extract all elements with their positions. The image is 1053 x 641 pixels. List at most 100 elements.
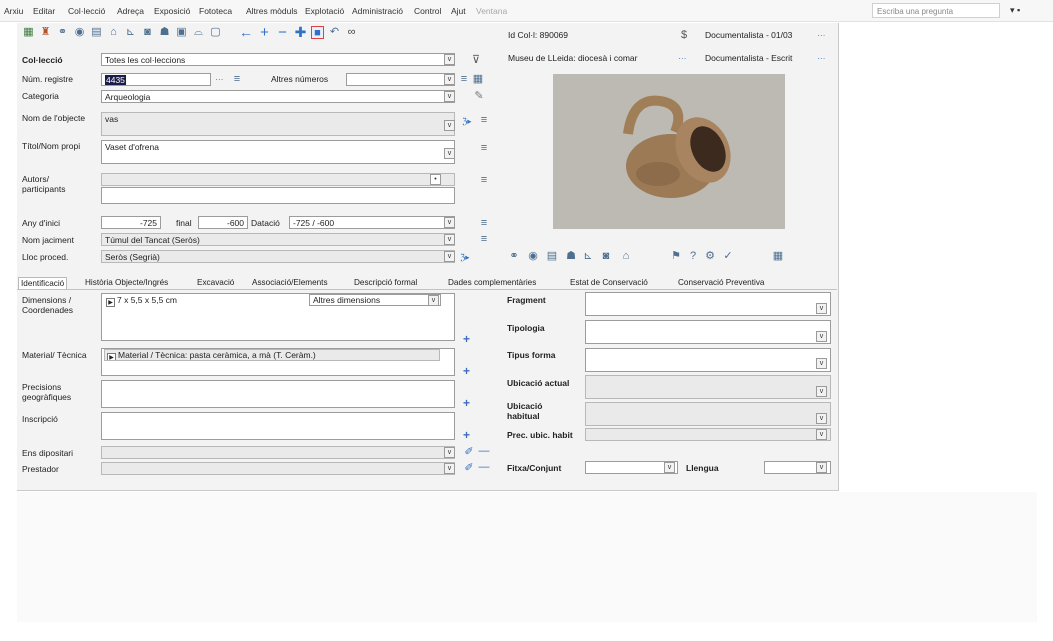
menu-arxiu[interactable]: Arxiu — [4, 6, 23, 16]
edit-icon[interactable]: ✎ — [473, 90, 485, 102]
expand-icon[interactable]: ▶ — [106, 298, 115, 307]
menu-explotacio[interactable]: Explotació — [305, 6, 344, 16]
autors-list[interactable] — [101, 187, 455, 204]
link-icon[interactable]: ⚭ — [56, 26, 69, 39]
menu-ajut[interactable]: Ajut — [451, 6, 466, 16]
list-icon[interactable]: ≡ — [478, 114, 490, 126]
grid-icon[interactable]: ▦ — [772, 250, 784, 262]
chevron-down-icon[interactable]: v — [444, 54, 455, 65]
final-input[interactable]: -600 — [198, 216, 248, 229]
chevron-down-icon[interactable]: v — [444, 217, 455, 228]
list-icon[interactable]: ≡ — [478, 217, 490, 229]
ens-select[interactable] — [101, 446, 455, 459]
chevron-down-icon[interactable]: v — [816, 331, 827, 342]
fragment-select[interactable] — [585, 292, 831, 316]
window-controls-icon[interactable]: ▾ ▪ — [1010, 5, 1020, 16]
list-icon[interactable]: ≡ — [478, 233, 490, 245]
prec-ubic-select[interactable] — [585, 428, 831, 441]
chevron-down-icon[interactable]: v — [444, 251, 455, 262]
group-icon[interactable]: ☗ — [158, 26, 171, 39]
clipboard-icon[interactable]: ▢ — [209, 26, 222, 39]
chart-icon[interactable]: ⊾ — [124, 26, 137, 39]
ubicacio-habitual-select[interactable] — [585, 402, 831, 426]
chevron-down-icon[interactable]: v — [816, 413, 827, 424]
pencil-icon[interactable]: ✐ — [463, 462, 475, 474]
add-icon[interactable]: + — [258, 25, 271, 40]
chart-icon[interactable]: ⊾ — [582, 250, 594, 262]
titol-input[interactable]: Vaset d'ofrena — [101, 140, 455, 164]
chevron-down-icon[interactable]: v — [816, 462, 827, 473]
help-icon[interactable]: ? — [687, 250, 699, 262]
eye-icon[interactable]: ◉ — [73, 26, 86, 39]
chevron-down-icon[interactable]: v — [816, 303, 827, 314]
coleccio-select[interactable]: Totes les col·leccions — [101, 53, 455, 66]
minus-icon[interactable]: — — [478, 445, 490, 457]
chevron-down-icon[interactable]: v — [428, 295, 439, 306]
chevron-down-icon[interactable]: v — [664, 462, 675, 473]
binoculars-icon[interactable]: ∞ — [345, 26, 358, 39]
chevron-down-icon[interactable]: v — [444, 148, 455, 159]
altres-dimensions-select[interactable]: Altres dimensions — [309, 294, 441, 306]
nom-objecte-input[interactable]: vas — [101, 112, 455, 136]
add-inscripcio-icon[interactable]: + — [463, 429, 470, 441]
expand-icon[interactable]: ▶ — [107, 353, 116, 360]
menu-administracio[interactable]: Administració — [352, 6, 403, 16]
chevron-down-icon[interactable]: v — [816, 358, 827, 369]
nom-jaciment-select[interactable]: Túmul del Tancat (Seròs) — [101, 233, 455, 246]
inscripcio-input[interactable] — [101, 412, 455, 440]
document-icon[interactable]: ▤ — [546, 250, 558, 262]
add-material-icon[interactable]: + — [463, 365, 470, 377]
chevron-down-icon[interactable]: v — [444, 234, 455, 245]
dimensions-row[interactable]: ▶ 7 x 5,5 x 5,5 cm — [104, 295, 309, 307]
chevron-down-icon[interactable]: v — [444, 74, 455, 85]
check-icon[interactable]: ✓ — [722, 250, 734, 262]
language-toggle[interactable]: ℨ▸ — [460, 252, 470, 262]
grid-icon[interactable]: ▦ — [22, 26, 35, 39]
person-icon[interactable]: ♜ — [39, 26, 52, 39]
chevron-down-icon[interactable]: v — [444, 120, 455, 131]
pencil-icon[interactable]: ✐ — [463, 446, 475, 458]
house-icon[interactable]: ⌂ — [620, 250, 632, 262]
chevron-down-icon[interactable]: v — [444, 447, 455, 458]
add-dimension-icon[interactable]: + — [463, 333, 470, 345]
menu-ventana[interactable]: Ventana — [476, 6, 507, 16]
chevron-down-icon[interactable]: v — [816, 429, 827, 440]
add-precisions-icon[interactable]: + — [463, 397, 470, 409]
filter-icon[interactable]: ⊽ — [470, 54, 482, 66]
more-museum-button[interactable]: ··· — [678, 53, 687, 63]
altres-numeros-select[interactable] — [346, 73, 455, 86]
autors-select[interactable] — [101, 173, 455, 186]
house-icon[interactable]: ⌂ — [107, 26, 120, 39]
menu-control[interactable]: Control — [414, 6, 441, 16]
menu-adreca[interactable]: Adreça — [117, 6, 144, 16]
tag-icon[interactable]: ⚑ — [670, 250, 682, 262]
ubicacio-actual-select[interactable] — [585, 375, 831, 399]
menu-altres-moduls[interactable]: Altres mòduls — [246, 6, 298, 16]
lloc-proced-select[interactable]: Seròs (Segrià) — [101, 250, 455, 263]
document-icon[interactable]: ▤ — [90, 26, 103, 39]
undo-icon[interactable]: ↶ — [328, 26, 341, 39]
prestador-select[interactable] — [101, 462, 455, 475]
num-registre-input[interactable]: 4435 — [101, 73, 211, 86]
chevron-down-icon[interactable]: v — [444, 91, 455, 102]
material-row[interactable]: ▶ Material / Tècnica: pasta ceràmica, a m… — [104, 349, 440, 361]
datacio-select[interactable]: -725 / -600 — [289, 216, 455, 229]
categoria-select[interactable]: Arqueologia — [101, 90, 455, 103]
menu-exposicio[interactable]: Exposició — [154, 6, 190, 16]
settings-icon[interactable]: ⚙ — [704, 250, 716, 262]
list-icon[interactable]: ≡ — [458, 73, 470, 85]
precisions-input[interactable] — [101, 380, 455, 408]
any-inici-input[interactable]: -725 — [101, 216, 161, 229]
tipologia-select[interactable] — [585, 320, 831, 344]
minus-icon[interactable]: — — [478, 461, 490, 473]
menu-colleccio[interactable]: Col·lecció — [68, 6, 105, 16]
more-user-top-button[interactable]: ··· — [817, 30, 826, 40]
list-icon[interactable]: ≡ — [478, 142, 490, 154]
more-user-bottom-button[interactable]: ··· — [817, 53, 826, 63]
stamp-icon[interactable]: ⌓ — [192, 26, 205, 39]
help-search-input[interactable]: Escriba una pregunta — [872, 3, 1000, 18]
language-toggle[interactable]: ℨ▸ — [462, 116, 472, 126]
plus-cross-icon[interactable]: ✚ — [294, 25, 307, 39]
camera-icon[interactable]: ◙ — [600, 250, 612, 262]
record-icon[interactable]: ■ — [311, 26, 324, 39]
